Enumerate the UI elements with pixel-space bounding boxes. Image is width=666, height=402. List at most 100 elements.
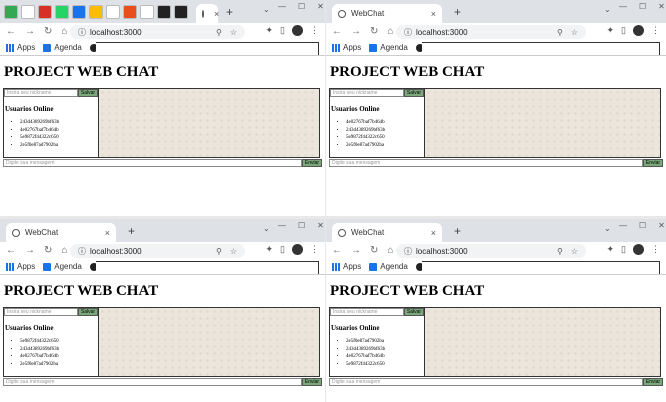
extensions-icon[interactable]: ✦ bbox=[266, 25, 274, 36]
tab-search-icon[interactable]: ⌄ bbox=[263, 5, 270, 14]
menu-icon[interactable]: ⋮ bbox=[310, 25, 319, 36]
bookmark-star-icon[interactable]: ☆ bbox=[230, 28, 237, 37]
close-tab-icon[interactable]: × bbox=[431, 228, 436, 238]
reload-icon[interactable]: ↻ bbox=[370, 26, 378, 37]
back-icon[interactable]: ← bbox=[6, 26, 16, 37]
info-icon[interactable]: ⓘ bbox=[404, 246, 412, 257]
sidepanel-icon[interactable]: ▯ bbox=[280, 244, 285, 255]
bookmark-apps[interactable]: Apps bbox=[332, 43, 361, 52]
menu-icon[interactable]: ⋮ bbox=[310, 244, 319, 255]
tab-search-icon[interactable]: ⌄ bbox=[604, 5, 611, 14]
sidepanel-icon[interactable]: ▯ bbox=[621, 244, 626, 255]
new-tab-button[interactable]: + bbox=[128, 224, 135, 238]
bookmark-agenda[interactable]: Agenda bbox=[369, 262, 408, 271]
new-tab-button[interactable]: + bbox=[454, 5, 461, 19]
bookmark-apps[interactable]: Apps bbox=[332, 262, 361, 271]
pinned-tab-icon[interactable] bbox=[55, 5, 69, 19]
zoom-icon[interactable]: ⚲ bbox=[216, 28, 222, 37]
menu-icon[interactable]: ⋮ bbox=[651, 25, 660, 36]
forward-icon[interactable]: → bbox=[25, 245, 35, 256]
active-tab[interactable]: WebChat × bbox=[332, 223, 442, 242]
bookmark-agenda[interactable]: Agenda bbox=[43, 43, 82, 52]
close-tab-icon[interactable]: × bbox=[214, 9, 219, 19]
home-icon[interactable]: ⌂ bbox=[387, 245, 393, 256]
save-button[interactable]: Salvar bbox=[78, 308, 98, 316]
pinned-tab-icon[interactable] bbox=[89, 5, 103, 19]
address-bar[interactable]: ⓘ localhost:3000 ⚲ ☆ bbox=[396, 244, 586, 258]
maximize-button[interactable]: ☐ bbox=[298, 2, 305, 11]
active-tab[interactable]: WebChat × bbox=[6, 223, 116, 242]
close-window-button[interactable]: ✕ bbox=[317, 2, 324, 11]
extensions-icon[interactable]: ✦ bbox=[607, 244, 615, 255]
home-icon[interactable]: ⌂ bbox=[61, 26, 67, 37]
pinned-tab-icon[interactable] bbox=[106, 5, 120, 19]
send-button[interactable]: Enviar bbox=[643, 159, 663, 167]
profile-avatar[interactable] bbox=[292, 25, 303, 36]
pinned-tab-icon[interactable] bbox=[21, 5, 35, 19]
close-tab-icon[interactable]: × bbox=[431, 9, 436, 19]
address-bar[interactable]: ⓘ localhost:3000 ⚲ ☆ bbox=[396, 25, 586, 39]
maximize-button[interactable]: ☐ bbox=[298, 221, 305, 230]
zoom-icon[interactable]: ⚲ bbox=[216, 247, 222, 256]
menu-icon[interactable]: ⋮ bbox=[651, 244, 660, 255]
minimize-button[interactable]: — bbox=[278, 221, 286, 230]
extensions-icon[interactable]: ✦ bbox=[266, 244, 274, 255]
close-tab-icon[interactable]: × bbox=[105, 228, 110, 238]
message-input[interactable]: Digite sua mensagem bbox=[329, 159, 643, 167]
profile-avatar[interactable] bbox=[292, 244, 303, 255]
home-icon[interactable]: ⌂ bbox=[61, 245, 67, 256]
reading-list[interactable]: »Lista de leitura bbox=[422, 42, 660, 55]
bookmark-agenda[interactable]: Agenda bbox=[43, 262, 82, 271]
close-window-button[interactable]: ✕ bbox=[317, 221, 324, 230]
nickname-input[interactable]: Insira seu nickname bbox=[330, 308, 404, 316]
send-button[interactable]: Enviar bbox=[302, 159, 322, 167]
pinned-tab-icon[interactable] bbox=[157, 5, 171, 19]
zoom-icon[interactable]: ⚲ bbox=[557, 247, 563, 256]
send-button[interactable]: Enviar bbox=[643, 378, 663, 386]
bookmark-star-icon[interactable]: ☆ bbox=[571, 247, 578, 256]
message-input[interactable]: Digite sua mensagem bbox=[329, 378, 643, 386]
zoom-icon[interactable]: ⚲ bbox=[557, 28, 563, 37]
info-icon[interactable]: ⓘ bbox=[78, 246, 86, 257]
profile-avatar[interactable] bbox=[633, 244, 644, 255]
forward-icon[interactable]: → bbox=[351, 245, 361, 256]
forward-icon[interactable]: → bbox=[351, 26, 361, 37]
back-icon[interactable]: ← bbox=[332, 26, 342, 37]
reload-icon[interactable]: ↻ bbox=[370, 245, 378, 256]
info-icon[interactable]: ⓘ bbox=[404, 27, 412, 38]
reading-list[interactable]: »Lista de leitura bbox=[96, 42, 319, 55]
active-tab[interactable]: WebChat × bbox=[332, 4, 442, 23]
address-bar[interactable]: ⓘ localhost:3000 ⚲ ☆ bbox=[70, 25, 245, 39]
message-input[interactable]: Digite sua mensagem bbox=[3, 159, 302, 167]
bookmark-star-icon[interactable]: ☆ bbox=[230, 247, 237, 256]
minimize-button[interactable]: — bbox=[619, 2, 627, 11]
bookmark-apps[interactable]: Apps bbox=[6, 43, 35, 52]
bookmark-agenda[interactable]: Agenda bbox=[369, 43, 408, 52]
maximize-button[interactable]: ☐ bbox=[639, 2, 646, 11]
pinned-tab-icon[interactable] bbox=[123, 5, 137, 19]
bookmark-apps[interactable]: Apps bbox=[6, 262, 35, 271]
pinned-tab-icon[interactable] bbox=[140, 5, 154, 19]
minimize-button[interactable]: — bbox=[619, 221, 627, 230]
forward-icon[interactable]: → bbox=[25, 26, 35, 37]
minimize-button[interactable]: — bbox=[278, 2, 286, 11]
home-icon[interactable]: ⌂ bbox=[387, 26, 393, 37]
pinned-tab-icon[interactable] bbox=[72, 5, 86, 19]
new-tab-button[interactable]: + bbox=[454, 224, 461, 238]
active-tab[interactable]: × bbox=[196, 4, 219, 23]
save-button[interactable]: Salvar bbox=[404, 89, 424, 97]
pinned-tab-icon[interactable] bbox=[4, 5, 18, 19]
send-button[interactable]: Enviar bbox=[302, 378, 322, 386]
info-icon[interactable]: ⓘ bbox=[78, 27, 86, 38]
close-window-button[interactable]: ✕ bbox=[658, 221, 665, 230]
save-button[interactable]: Salvar bbox=[78, 89, 98, 97]
extensions-icon[interactable]: ✦ bbox=[607, 25, 615, 36]
back-icon[interactable]: ← bbox=[332, 245, 342, 256]
nickname-input[interactable]: Insira seu nickname bbox=[4, 308, 78, 316]
close-window-button[interactable]: ✕ bbox=[658, 2, 665, 11]
tab-search-icon[interactable]: ⌄ bbox=[263, 224, 270, 233]
message-input[interactable]: Digite sua mensagem bbox=[3, 378, 302, 386]
new-tab-button[interactable]: + bbox=[226, 5, 233, 19]
back-icon[interactable]: ← bbox=[6, 245, 16, 256]
reading-list[interactable]: »Lista de leitura bbox=[422, 261, 660, 274]
